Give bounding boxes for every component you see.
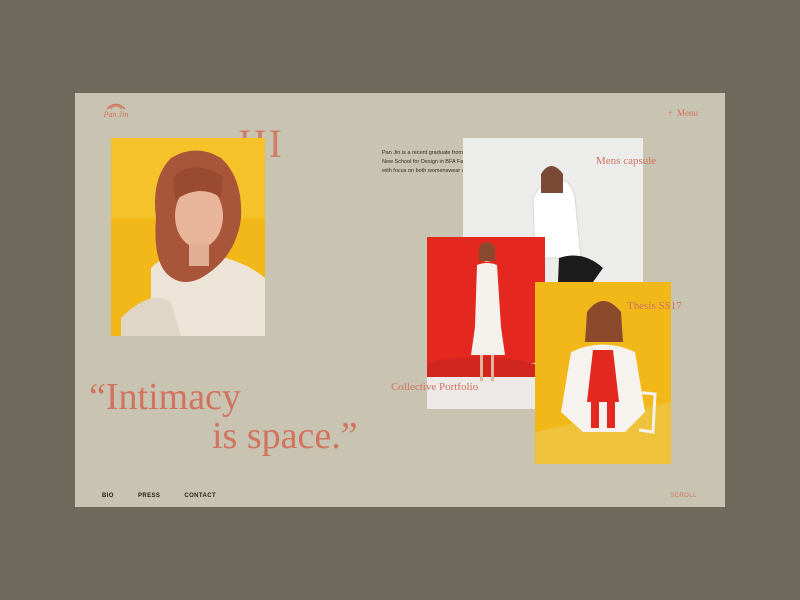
thesis-ss17-caption[interactable]: Thesis SS17 (627, 300, 682, 312)
mens-capsule-caption[interactable]: Mens capsule (596, 155, 656, 167)
nav-contact-link[interactable]: CONTACT (184, 493, 216, 499)
collective-portfolio-caption[interactable]: Collective Portfolio (391, 381, 478, 393)
menu-label: Menu (677, 108, 698, 118)
brand-name: Pan Jin (103, 110, 129, 119)
menu-button[interactable]: + Menu (668, 108, 698, 118)
brand-logo[interactable]: Pan Jin (101, 101, 131, 120)
nav-press-link[interactable]: PRESS (138, 493, 160, 499)
quote-line-1: “Intimacy (89, 376, 241, 418)
footer-nav: BIO PRESS CONTACT (102, 493, 238, 499)
scroll-indicator[interactable]: SCROLL (670, 493, 697, 499)
nav-bio-link[interactable]: BIO (102, 493, 114, 499)
quote-line-2: is space.” (212, 415, 358, 457)
arch-logo-icon (106, 103, 126, 110)
hero-portrait-photo (111, 138, 265, 336)
plus-icon: + (667, 108, 673, 118)
page-canvas: Pan Jin +Menu III Pan Jin is a recent gr… (75, 93, 725, 507)
